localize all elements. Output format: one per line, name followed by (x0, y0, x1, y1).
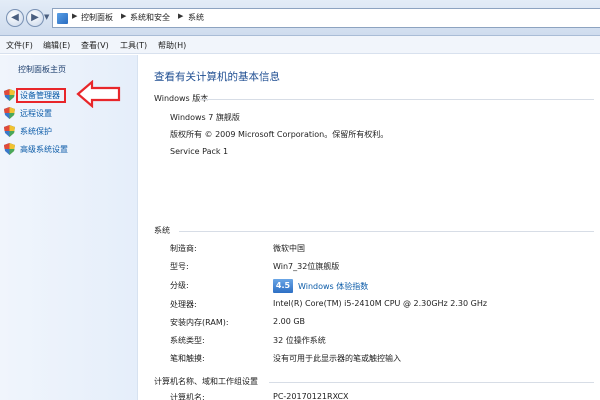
menu-help[interactable]: 帮助(H) (158, 40, 186, 51)
sidebar-item-advanced-settings[interactable]: 高级系统设置 (4, 142, 124, 156)
chevron-right-icon[interactable]: ▶ (121, 12, 126, 20)
breadcrumb[interactable]: ▶ 控制面板 ▶ 系统和安全 ▶ 系统 (52, 8, 600, 28)
sidebar-item-label: 远程设置 (20, 109, 52, 118)
menu-edit[interactable]: 编辑(E) (43, 40, 70, 51)
breadcrumb-system-security[interactable]: 系统和安全 (130, 12, 170, 23)
sidebar-item-system-protection[interactable]: 系统保护 (4, 124, 124, 138)
label-manufacturer: 制造商: (170, 244, 197, 253)
address-bar: ◀ ▶ ▼ ▶ 控制面板 ▶ 系统和安全 ▶ 系统 (0, 0, 600, 36)
back-button[interactable]: ◀ (6, 9, 24, 27)
value-system-type: 32 位操作系统 (273, 336, 326, 345)
sidebar-home-link[interactable]: 控制面板主页 (18, 64, 66, 75)
breadcrumb-system[interactable]: 系统 (188, 12, 204, 23)
main-content: 查看有关计算机的基本信息 Windows 版本 Windows 7 旗舰版 版权… (139, 55, 600, 400)
section-divider (269, 382, 594, 383)
experience-index-link[interactable]: Windows 体验指数 (298, 281, 368, 292)
value-computer-name: PC-20170121RXCX (273, 392, 349, 400)
rating-badge[interactable]: 4.5 (273, 279, 293, 293)
section-heading-system: 系统 (154, 226, 170, 235)
shield-icon (4, 107, 15, 119)
menu-file[interactable]: 文件(F) (6, 40, 33, 51)
shield-icon (4, 125, 15, 137)
label-rating: 分级: (170, 281, 189, 290)
highlight-box (16, 88, 66, 103)
section-divider (179, 231, 594, 232)
sidebar-item-remote-settings[interactable]: 远程设置 (4, 106, 124, 120)
sidebar-item-label: 高级系统设置 (20, 145, 68, 154)
sidebar-item-label: 系统保护 (20, 127, 52, 136)
value-processor: Intel(R) Core(TM) i5-2410M CPU @ 2.30GHz… (273, 299, 488, 308)
chevron-right-icon[interactable]: ▶ (178, 12, 183, 20)
chevron-right-icon[interactable]: ▶ (72, 12, 77, 20)
value-model: Win7_32位旗舰版 (273, 262, 340, 271)
menu-tools[interactable]: 工具(T) (120, 40, 147, 51)
label-pen-touch: 笔和触摸: (170, 354, 205, 363)
copyright-text: 版权所有 © 2009 Microsoft Corporation。保留所有权利… (170, 130, 389, 139)
control-panel-icon (57, 13, 68, 24)
menu-bar: 文件(F) 编辑(E) 查看(V) 工具(T) 帮助(H) (0, 36, 600, 54)
page-title: 查看有关计算机的基本信息 (154, 71, 280, 83)
arrow-left-icon (76, 80, 121, 108)
label-system-type: 系统类型: (170, 336, 205, 345)
label-model: 型号: (170, 262, 189, 271)
section-heading-computer-name: 计算机名称、域和工作组设置 (154, 377, 258, 386)
section-divider (199, 99, 594, 100)
menu-view[interactable]: 查看(V) (81, 40, 109, 51)
forward-button[interactable]: ▶ (26, 9, 44, 27)
service-pack: Service Pack 1 (170, 147, 229, 156)
breadcrumb-control-panel[interactable]: 控制面板 (81, 12, 113, 23)
value-manufacturer: 微软中国 (273, 244, 305, 253)
label-ram: 安装内存(RAM): (170, 318, 229, 327)
shield-icon (4, 89, 15, 101)
value-ram: 2.00 GB (273, 317, 306, 326)
windows-edition: Windows 7 旗舰版 (170, 113, 240, 122)
label-computer-name: 计算机名: (170, 393, 205, 400)
shield-icon (4, 143, 15, 155)
label-processor: 处理器: (170, 300, 197, 309)
value-pen-touch: 没有可用于此显示器的笔或触控输入 (273, 354, 401, 363)
